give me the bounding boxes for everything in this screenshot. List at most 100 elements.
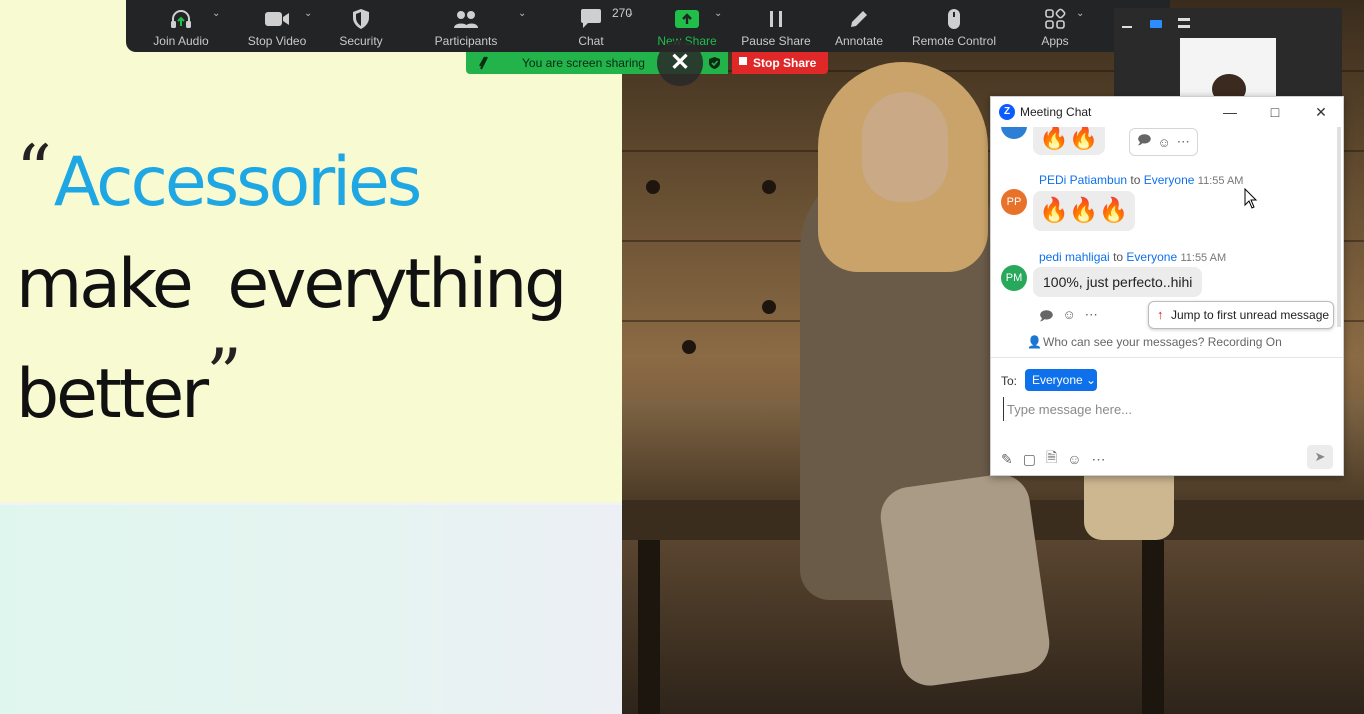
mouse-icon [941, 7, 967, 31]
pause-icon [763, 7, 789, 31]
close-quote-mark: ” [206, 334, 242, 416]
send-button[interactable]: ➤ [1307, 445, 1333, 469]
security-button[interactable]: Security [326, 0, 396, 52]
to-label: To: [1001, 374, 1018, 388]
add-reaction-icon[interactable]: ☺ [1062, 307, 1075, 329]
remote-control-button[interactable]: Remote Control [906, 0, 1002, 52]
message-actions-bar: 🗩 ☺ ⋯ [1129, 128, 1198, 156]
apps-icon [1042, 7, 1068, 31]
chat-label: Chat [578, 34, 604, 48]
file-icon[interactable]: 🗎 [1046, 447, 1057, 471]
stop-video-button[interactable]: Stop Video [242, 0, 312, 52]
person-face [862, 92, 948, 202]
video-camera-icon [264, 7, 290, 31]
emoji-icon[interactable]: ☺ [1067, 451, 1081, 467]
chat-scrollbar[interactable] [1337, 127, 1341, 327]
compose-toolbar: ✎ ▢ 🗎 ☺ ⋯ [1001, 449, 1106, 469]
wall-bolt [682, 340, 696, 354]
more-icon[interactable]: ⋯ [1092, 451, 1106, 468]
minimize-button[interactable]: — [1219, 101, 1241, 123]
message-actions: 🗩 ☺ ⋯ [1039, 307, 1098, 329]
screen-sharing-text: You are screen sharing [522, 56, 645, 70]
visibility-notice-link[interactable]: Who can see your messages? Recording On [1043, 335, 1282, 349]
maximize-button[interactable]: □ [1264, 101, 1286, 123]
close-window-button[interactable]: ✕ [1310, 101, 1332, 123]
stop-share-label: Stop Share [753, 56, 817, 70]
open-quote-mark: “ [16, 130, 52, 212]
slide-divider [0, 502, 622, 505]
chevron-up-icon[interactable]: ⌄ [714, 8, 722, 19]
stop-square-icon [739, 57, 747, 65]
chat-message-list[interactable]: 🔥🔥 🗩 ☺ ⋯ PP PEDi Patiambun to Everyone 1… [991, 127, 1343, 357]
annotate-button[interactable]: Annotate [824, 0, 894, 52]
chevron-up-icon[interactable]: ⌄ [518, 8, 526, 19]
participants-label: Participants [434, 34, 498, 48]
slide-quote-line3: better” [16, 334, 242, 434]
format-text-icon[interactable]: ✎ [1001, 451, 1013, 468]
person-legs [876, 470, 1054, 690]
message-header: pedi mahligai to Everyone 11:55 AM [1039, 250, 1226, 264]
chevron-up-icon[interactable]: ⌄ [212, 8, 220, 19]
people-icon [453, 7, 479, 31]
chat-title: Meeting Chat [1020, 105, 1092, 119]
remote-control-label: Remote Control [911, 34, 997, 48]
drag-grip-icon[interactable] [478, 56, 490, 70]
close-share-banner-button[interactable]: ✕ [657, 40, 703, 86]
join-audio-button[interactable]: Join Audio [146, 0, 216, 52]
arrow-up-icon: ↑ [1157, 307, 1164, 322]
to-word: to [1130, 173, 1141, 187]
apps-label: Apps [1041, 34, 1069, 48]
zoom-logo-icon: Z [999, 104, 1015, 120]
recipient-select[interactable]: Everyone ⌄ [1025, 369, 1097, 391]
more-icon[interactable]: ⋯ [1177, 134, 1190, 150]
sender-name[interactable]: pedi mahligai [1039, 250, 1110, 264]
message-bubble: 100%, just perfecto..hihi [1033, 267, 1203, 297]
wall-bolt [646, 180, 660, 194]
message-bubble: 🔥🔥 [1033, 127, 1105, 155]
video-thumbnail-window[interactable] [1114, 8, 1342, 104]
pause-share-button[interactable]: Pause Share [740, 0, 812, 52]
chevron-down-icon: ⌄ [1086, 373, 1097, 387]
slide-quote-line1: “Accessories [16, 130, 422, 222]
jump-to-unread-label: Jump to first unread message [1171, 308, 1330, 322]
slide-bottom-panel [0, 503, 622, 714]
screenshot-icon[interactable]: ▢ [1023, 451, 1036, 468]
people-info-icon: 👤 [1027, 335, 1042, 349]
gallery-view-icon[interactable] [1178, 18, 1190, 28]
shield-check-icon [709, 57, 720, 69]
speaker-view-icon[interactable] [1150, 20, 1162, 28]
reply-icon[interactable]: 🗩 [1039, 307, 1053, 329]
chevron-up-icon[interactable]: ⌄ [626, 8, 634, 19]
send-icon: ➤ [1314, 449, 1326, 464]
avatar: PM [1001, 265, 1027, 291]
minimize-icon[interactable] [1122, 26, 1132, 28]
pause-share-label: Pause Share [741, 34, 811, 48]
mouse-cursor-icon [1244, 188, 1258, 209]
quote-last-word: better [16, 355, 209, 434]
chevron-up-icon[interactable]: ⌄ [1076, 8, 1084, 19]
meeting-chat-window: Z Meeting Chat — □ ✕ 🔥🔥 🗩 ☺ ⋯ PP PEDi Pa… [990, 96, 1344, 476]
chat-bubble-icon [578, 7, 604, 31]
stop-video-label: Stop Video [247, 34, 307, 48]
shield-icon [348, 7, 374, 31]
chat-button[interactable]: Chat [556, 0, 626, 52]
message-header: PEDi Patiambun to Everyone 11:55 AM [1039, 173, 1243, 187]
add-reaction-icon[interactable]: ☺ [1157, 135, 1170, 150]
chat-divider [991, 357, 1343, 358]
chevron-up-icon[interactable]: ⌄ [304, 8, 312, 19]
participants-button[interactable]: Participants [426, 0, 506, 52]
slide-quote-line2: make everything [16, 245, 567, 324]
chat-titlebar[interactable]: Z Meeting Chat — □ ✕ [991, 97, 1343, 127]
share-arrow-icon [674, 7, 700, 31]
jump-to-unread-button[interactable]: ↑ Jump to first unread message [1148, 301, 1334, 329]
message-time: 11:55 AM [1197, 175, 1244, 187]
participant-video-thumb [1180, 38, 1276, 104]
shared-slide: “Accessories make everything better” [0, 0, 622, 714]
chat-message-input[interactable] [1003, 397, 1323, 421]
bench-leg [638, 540, 660, 714]
stop-share-button[interactable]: Stop Share [732, 52, 828, 74]
sender-name[interactable]: PEDi Patiambun [1039, 173, 1127, 187]
more-icon[interactable]: ⋯ [1085, 307, 1098, 329]
reply-icon[interactable]: 🗩 [1137, 131, 1151, 153]
meeting-toolbar: Join Audio ⌄ Stop Video ⌄ Security Parti… [126, 0, 1170, 52]
